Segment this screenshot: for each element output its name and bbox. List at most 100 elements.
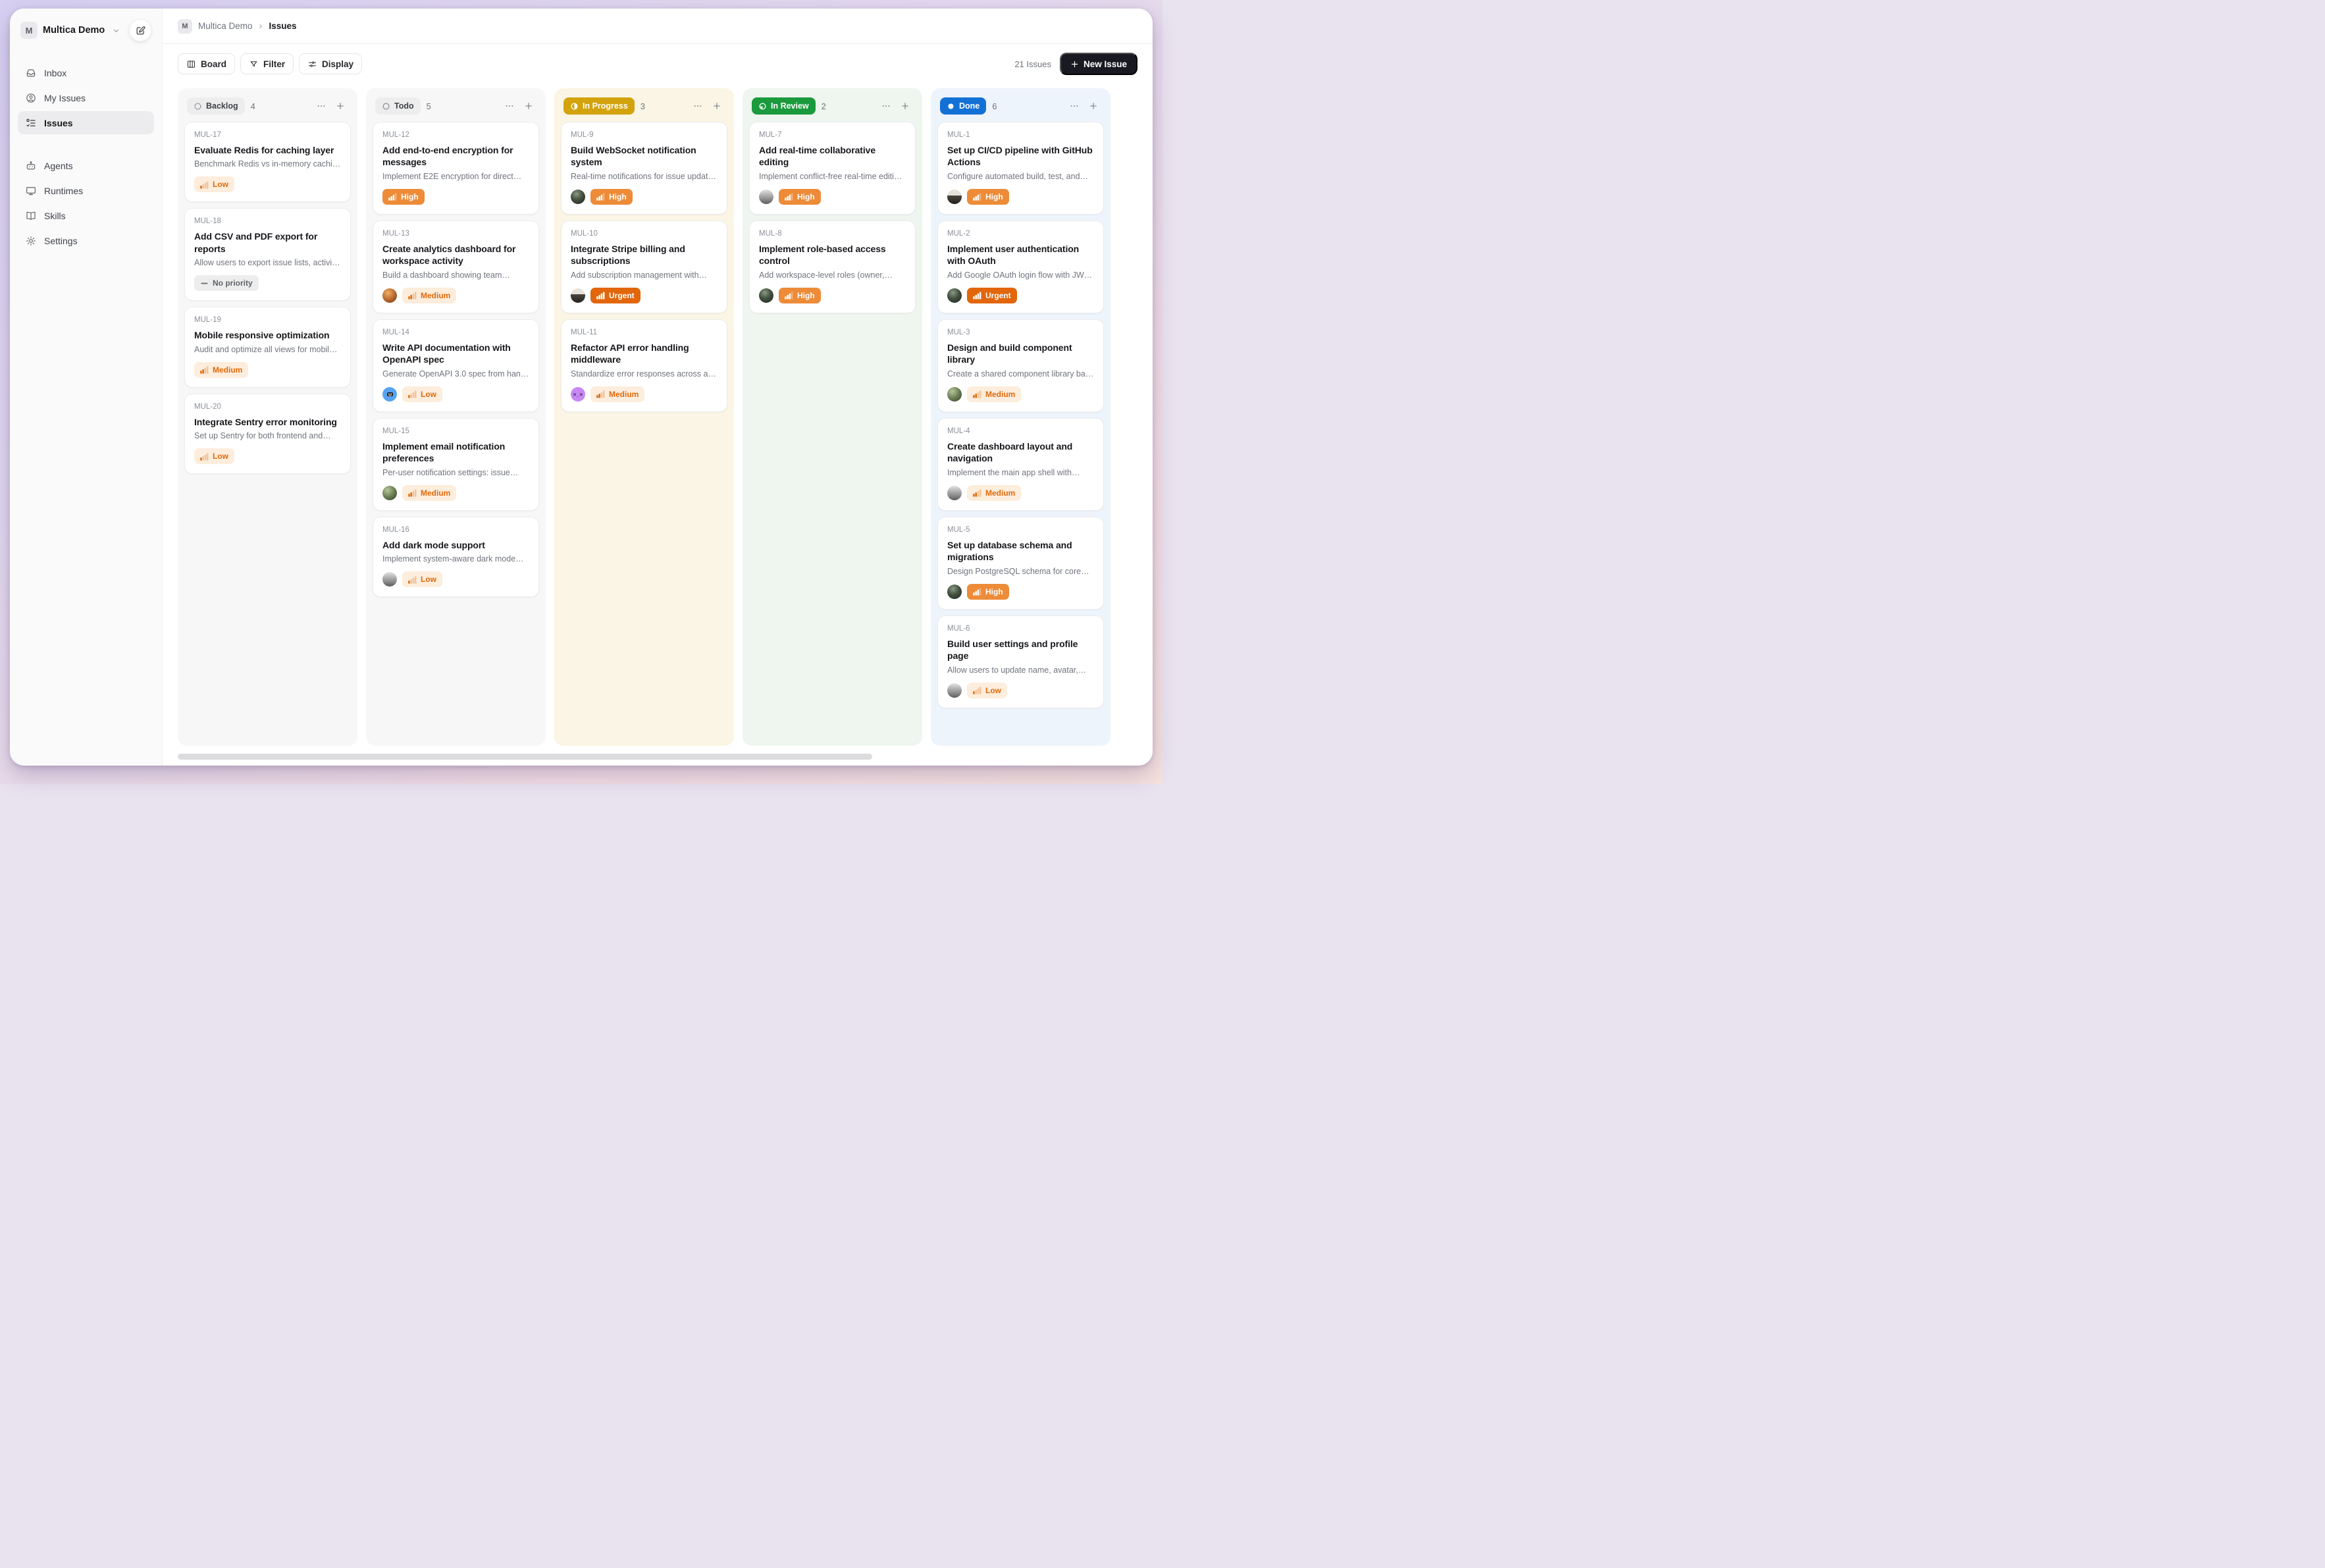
- display-button[interactable]: Display: [299, 53, 362, 74]
- workspace-switcher[interactable]: M Multica Demo: [18, 18, 154, 43]
- priority-icon: [596, 291, 605, 300]
- user-icon: [25, 92, 37, 104]
- workspace-logo: M: [20, 22, 38, 39]
- issue-card[interactable]: MUL-2 Implement user authentication with…: [937, 221, 1104, 313]
- priority-label: Medium: [213, 365, 242, 375]
- issue-card[interactable]: MUL-18 Add CSV and PDF export for report…: [184, 208, 351, 301]
- issue-card[interactable]: MUL-7 Add real-time collaborative editin…: [749, 122, 916, 215]
- sidebar-item-issues[interactable]: Issues: [18, 111, 154, 134]
- issue-card[interactable]: MUL-14 Write API documentation with Open…: [373, 319, 539, 412]
- issue-description: Per-user notification settings: issue…: [382, 468, 529, 477]
- board-button[interactable]: Board: [178, 53, 235, 74]
- sidebar-item-runtimes[interactable]: Runtimes: [18, 179, 154, 202]
- column-in-progress: In Progress 3 MUL-9 Build WebSocket noti…: [554, 88, 734, 746]
- issue-card[interactable]: MUL-19 Mobile responsive optimization Au…: [184, 307, 351, 387]
- issue-id: MUL-8: [759, 230, 906, 238]
- monitor-icon: [25, 185, 37, 197]
- sidebar-item-agents[interactable]: Agents: [18, 154, 154, 177]
- sidebar: M Multica Demo Inbox My Issues Issues Ag…: [10, 9, 163, 766]
- issue-title: Integrate Sentry error monitoring: [194, 416, 341, 428]
- book-icon: [25, 210, 37, 222]
- issue-footer: ×_× Medium: [571, 386, 718, 402]
- issue-card[interactable]: MUL-3 Design and build component library…: [937, 319, 1104, 412]
- issue-description: Add subscription management with…: [571, 271, 718, 280]
- issue-card[interactable]: MUL-5 Set up database schema and migrati…: [937, 517, 1104, 610]
- priority-icon: [200, 452, 209, 461]
- issue-id: MUL-18: [194, 217, 341, 225]
- issue-title: Design and build component library: [947, 342, 1094, 366]
- column-add-icon[interactable]: [1085, 98, 1101, 114]
- issue-card[interactable]: MUL-8 Implement role-based access contro…: [749, 221, 916, 313]
- priority-label: Low: [213, 452, 228, 461]
- issue-id: MUL-9: [571, 131, 718, 139]
- issue-card[interactable]: MUL-20 Integrate Sentry error monitoring…: [184, 394, 351, 474]
- sidebar-item-label: Skills: [44, 211, 66, 221]
- issue-card[interactable]: MUL-10 Integrate Stripe billing and subs…: [561, 221, 727, 313]
- filter-button[interactable]: Filter: [240, 53, 294, 74]
- issue-id: MUL-12: [382, 131, 529, 139]
- priority-badge: Medium: [967, 386, 1021, 402]
- issue-description: Add workspace-level roles (owner,…: [759, 271, 906, 280]
- priority-icon: [785, 192, 793, 201]
- breadcrumb-workspace-logo: M: [178, 19, 192, 34]
- column-more-icon[interactable]: [313, 98, 329, 114]
- sidebar-item-label: Inbox: [44, 68, 66, 78]
- column-more-icon[interactable]: [878, 98, 894, 114]
- issue-card[interactable]: MUL-15 Implement email notification pref…: [373, 418, 539, 511]
- issue-card[interactable]: MUL-6 Build user settings and profile pa…: [937, 615, 1104, 708]
- issue-description: Create a shared component library base…: [947, 369, 1094, 379]
- column-cards: MUL-1 Set up CI/CD pipeline with GitHub …: [937, 122, 1104, 714]
- issue-card[interactable]: MUL-16 Add dark mode support Implement s…: [373, 517, 539, 597]
- sidebar-item-inbox[interactable]: Inbox: [18, 61, 154, 84]
- column-add-icon[interactable]: [521, 98, 536, 114]
- avatar: [947, 190, 962, 204]
- priority-badge: Medium: [590, 386, 644, 402]
- avatar: [571, 190, 585, 204]
- priority-badge: High: [779, 288, 821, 303]
- issue-card[interactable]: MUL-13 Create analytics dashboard for wo…: [373, 221, 539, 313]
- column-count: 2: [822, 101, 826, 111]
- priority-label: Low: [421, 390, 436, 399]
- column-actions: [878, 98, 913, 114]
- sidebar-item-my-issues[interactable]: My Issues: [18, 86, 154, 109]
- sidebar-item-skills[interactable]: Skills: [18, 204, 154, 227]
- column-count: 4: [251, 101, 255, 111]
- priority-label: Urgent: [609, 291, 635, 300]
- issue-id: MUL-1: [947, 131, 1094, 139]
- column-add-icon[interactable]: [332, 98, 348, 114]
- sidebar-nav: Inbox My Issues Issues Agents Runtimes S…: [18, 61, 154, 252]
- issue-card[interactable]: MUL-17 Evaluate Redis for caching layer …: [184, 122, 351, 202]
- priority-badge: Low: [194, 176, 234, 192]
- column-more-icon[interactable]: [502, 98, 517, 114]
- issue-card[interactable]: MUL-9 Build WebSocket notification syste…: [561, 122, 727, 215]
- column-add-icon[interactable]: [897, 98, 913, 114]
- issue-description: Implement E2E encryption for direct…: [382, 172, 529, 181]
- issue-card[interactable]: MUL-11 Refactor API error handling middl…: [561, 319, 727, 412]
- column-more-icon[interactable]: [1066, 98, 1082, 114]
- issue-card[interactable]: MUL-1 Set up CI/CD pipeline with GitHub …: [937, 122, 1104, 215]
- issue-card[interactable]: MUL-4 Create dashboard layout and naviga…: [937, 418, 1104, 511]
- compose-button[interactable]: [129, 19, 151, 41]
- main-panel: M Multica Demo › Issues Board Filter Dis…: [163, 9, 1153, 766]
- display-icon: [307, 59, 317, 69]
- priority-icon: [973, 291, 981, 300]
- issue-title: Add dark mode support: [382, 539, 529, 551]
- issue-title: Implement role-based access control: [759, 243, 906, 267]
- issue-card[interactable]: MUL-12 Add end-to-end encryption for mes…: [373, 122, 539, 215]
- sidebar-item-settings[interactable]: Settings: [18, 229, 154, 252]
- priority-icon: [973, 488, 981, 497]
- column-more-icon[interactable]: [690, 98, 706, 114]
- new-issue-button[interactable]: New Issue: [1060, 53, 1137, 75]
- horizontal-scrollbar[interactable]: [178, 754, 872, 760]
- issue-id: MUL-10: [571, 230, 718, 238]
- priority-badge: Low: [194, 448, 234, 464]
- breadcrumb: M Multica Demo › Issues: [163, 9, 1153, 44]
- column-add-icon[interactable]: [709, 98, 725, 114]
- breadcrumb-workspace[interactable]: Multica Demo: [198, 21, 253, 31]
- column-count: 3: [640, 101, 645, 111]
- status-icon: [194, 102, 202, 111]
- priority-icon: [388, 192, 397, 201]
- column-actions: [313, 98, 348, 114]
- filter-icon: [249, 59, 259, 69]
- priority-badge: Urgent: [590, 288, 640, 303]
